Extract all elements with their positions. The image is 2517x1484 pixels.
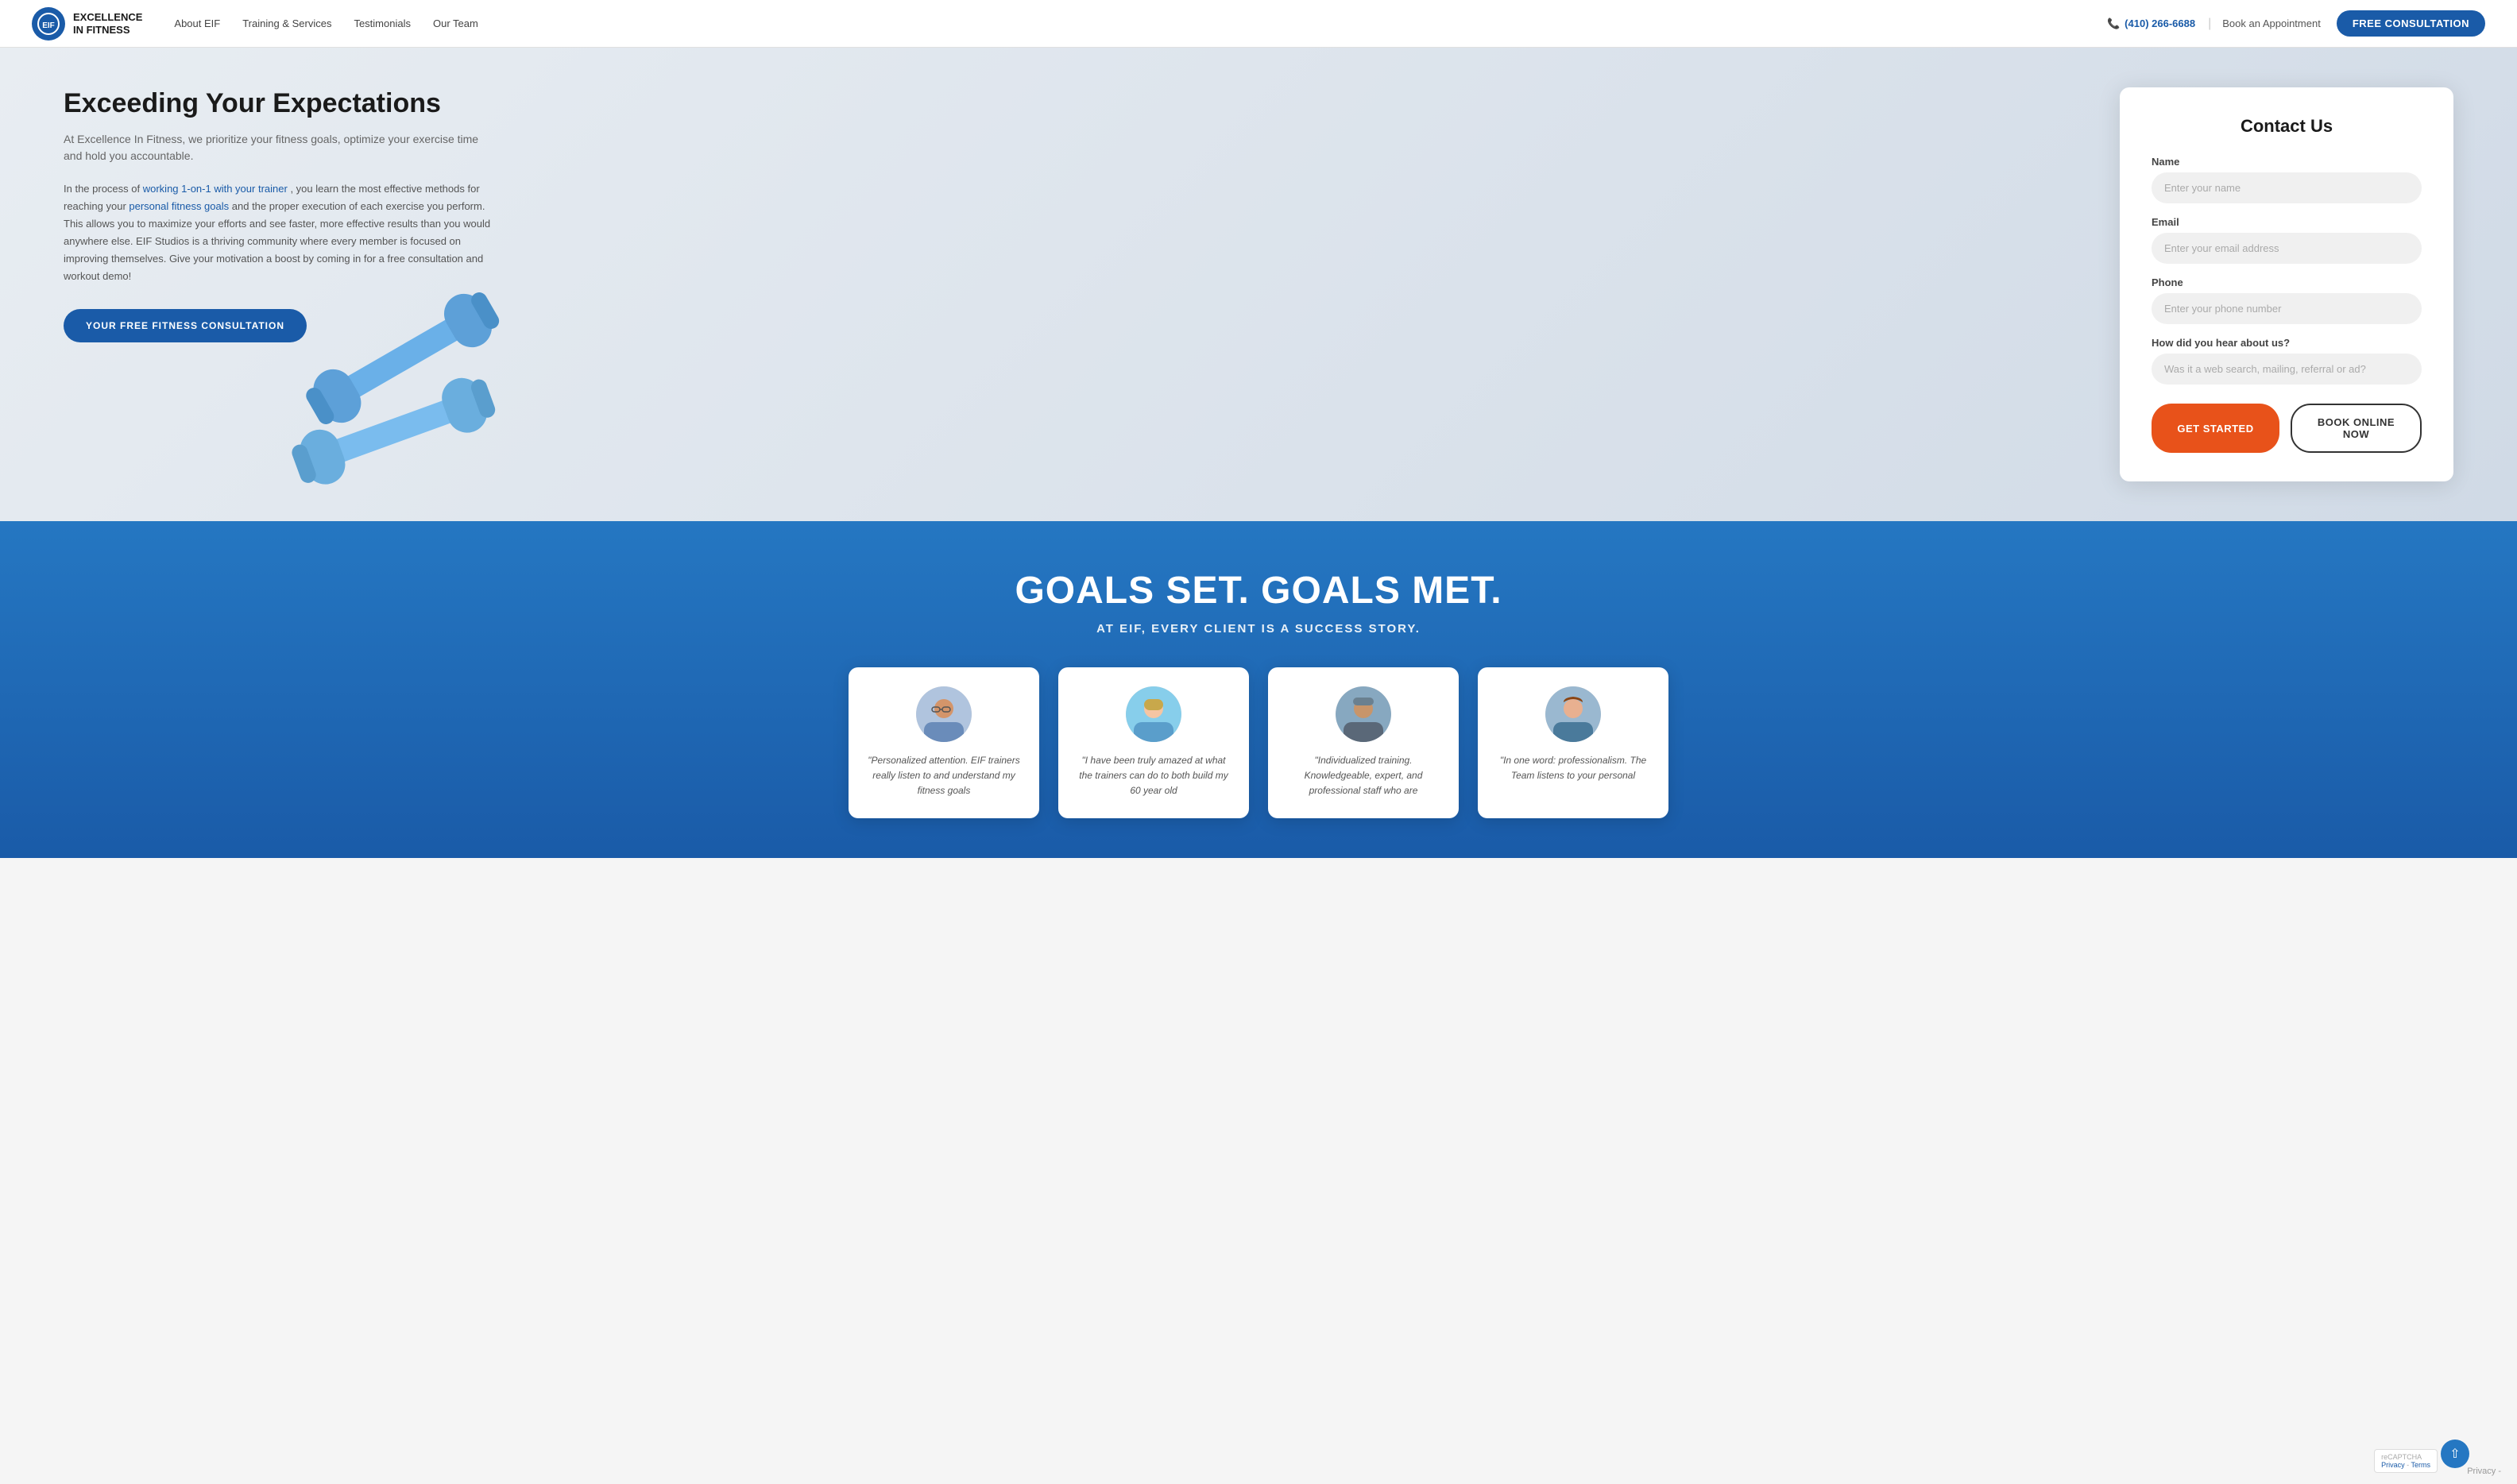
- nav-team[interactable]: Our Team: [433, 17, 478, 29]
- svg-text:EIF: EIF: [42, 21, 55, 30]
- scroll-to-top-button[interactable]: ⇧: [2441, 1440, 2469, 1468]
- testimonial-text-2: "I have been truly amazed at what the tr…: [1074, 753, 1233, 799]
- book-online-button[interactable]: BOOK ONLINE NOW: [2291, 404, 2422, 453]
- testimonial-card-2: "I have been truly amazed at what the tr…: [1058, 667, 1249, 818]
- email-form-group: Email: [2152, 216, 2422, 264]
- testimonial-avatar-1: [916, 686, 972, 742]
- phone-input[interactable]: [2152, 293, 2422, 324]
- testimonial-avatar-4: [1545, 686, 1601, 742]
- footer-privacy: Privacy -: [2467, 1467, 2501, 1476]
- goals-section: GOALS SET. GOALS MET. AT EIF, EVERY CLIE…: [0, 521, 2517, 858]
- logo-icon: EIF: [32, 7, 65, 41]
- testimonial-card-1: "Personalized attention. EIF trainers re…: [849, 667, 1039, 818]
- nav-free-consultation-button[interactable]: FREE CONSULTATION: [2337, 10, 2485, 37]
- hero-title: Exceeding Your Expectations: [64, 87, 493, 120]
- nav-book-appointment[interactable]: Book an Appointment: [2222, 17, 2321, 29]
- hero-content: Exceeding Your Expectations At Excellenc…: [64, 87, 493, 342]
- testimonials-row: "Personalized attention. EIF trainers re…: [48, 667, 2469, 818]
- goals-title: GOALS SET. GOALS MET.: [48, 569, 2469, 613]
- phone-label: Phone: [2152, 276, 2422, 288]
- hero-body: In the process of working 1-on-1 with yo…: [64, 180, 493, 286]
- hero-link-trainer[interactable]: working 1-on-1 with your trainer: [143, 183, 288, 195]
- navigation: EIF EXCELLENCE IN FITNESS About EIF Trai…: [0, 0, 2517, 48]
- name-input[interactable]: [2152, 172, 2422, 203]
- goals-subtitle: AT EIF, EVERY CLIENT IS A SUCCESS STORY.: [48, 622, 2469, 636]
- hear-input[interactable]: [2152, 354, 2422, 385]
- hero-link-fitness-goals[interactable]: personal fitness goals: [129, 200, 229, 212]
- recaptcha-badge: reCAPTCHA Privacy - Terms: [2374, 1449, 2438, 1473]
- nav-training[interactable]: Training & Services: [242, 17, 331, 29]
- testimonial-text-1: "Personalized attention. EIF trainers re…: [864, 753, 1023, 799]
- contact-form-card: Contact Us Name Email Phone How did you …: [2120, 87, 2453, 481]
- testimonial-card-4: "In one word: professionalism. The Team …: [1478, 667, 1668, 818]
- name-label: Name: [2152, 156, 2422, 168]
- phone-icon: 📞: [2107, 17, 2120, 30]
- testimonial-text-4: "In one word: professionalism. The Team …: [1494, 753, 1653, 783]
- testimonial-card-3: "Individualized training. Knowledgeable,…: [1268, 667, 1459, 818]
- hear-form-group: How did you hear about us?: [2152, 337, 2422, 385]
- form-buttons: GET STARTED BOOK ONLINE NOW: [2152, 404, 2422, 453]
- testimonial-avatar-2: [1126, 686, 1181, 742]
- nav-testimonials[interactable]: Testimonials: [354, 17, 411, 29]
- hero-section: Exceeding Your Expectations At Excellenc…: [0, 48, 2517, 521]
- testimonial-avatar-3: [1336, 686, 1391, 742]
- get-started-button[interactable]: GET STARTED: [2152, 404, 2279, 453]
- contact-form-title: Contact Us: [2152, 116, 2422, 137]
- hear-label: How did you hear about us?: [2152, 337, 2422, 349]
- testimonial-text-3: "Individualized training. Knowledgeable,…: [1284, 753, 1443, 799]
- hero-consultation-button[interactable]: YOUR FREE FITNESS CONSULTATION: [64, 309, 307, 342]
- nav-phone: 📞 (410) 266-6688: [2107, 17, 2195, 30]
- email-label: Email: [2152, 216, 2422, 228]
- name-form-group: Name: [2152, 156, 2422, 203]
- nav-links: About EIF Training & Services Testimonia…: [174, 17, 2107, 31]
- logo-link[interactable]: EIF EXCELLENCE IN FITNESS: [32, 7, 142, 41]
- hero-subtitle: At Excellence In Fitness, we prioritize …: [64, 131, 493, 164]
- nav-about[interactable]: About EIF: [174, 17, 220, 29]
- phone-form-group: Phone: [2152, 276, 2422, 324]
- logo-text: EXCELLENCE IN FITNESS: [73, 11, 142, 36]
- email-input[interactable]: [2152, 233, 2422, 264]
- nav-divider: |: [2208, 17, 2211, 31]
